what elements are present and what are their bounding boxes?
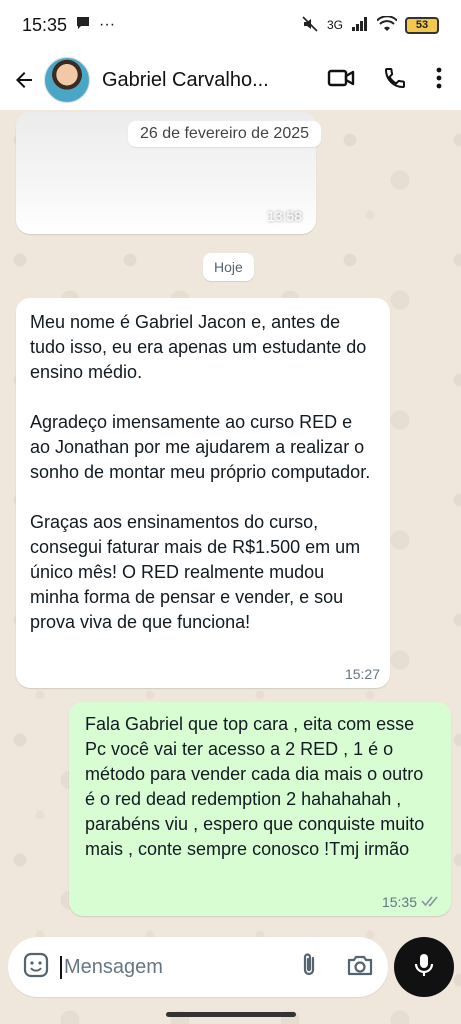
mute-icon (301, 15, 319, 36)
signal-icon (351, 16, 369, 35)
incoming-message-text: Meu nome é Gabriel Jacon e, antes de tud… (30, 312, 371, 632)
video-call-icon[interactable] (327, 66, 355, 95)
incoming-message-time: 15:27 (344, 666, 380, 682)
double-check-icon (421, 894, 441, 910)
message-composer (8, 937, 388, 997)
sticker-icon[interactable] (22, 951, 50, 984)
avatar[interactable] (44, 57, 90, 103)
paperclip-icon[interactable] (298, 951, 320, 984)
outgoing-message[interactable]: Fala Gabriel que top cara , eita com ess… (69, 702, 451, 916)
camera-icon[interactable] (346, 952, 374, 983)
more-vert-icon[interactable] (435, 66, 443, 95)
arrow-left-icon[interactable] (10, 66, 38, 94)
network-type: 3G (326, 18, 343, 32)
microphone-button[interactable] (394, 937, 454, 997)
image-message-time: 13:58 (266, 208, 302, 224)
outgoing-message-text: Fala Gabriel que top cara , eita com ess… (85, 714, 425, 859)
status-bar: 15:35 ··· 3G 53 (0, 0, 461, 50)
phone-icon[interactable] (383, 66, 407, 95)
more-notifications-icon: ··· (99, 16, 116, 33)
outgoing-message-time: 15:35 (381, 894, 417, 910)
floating-date-chip: 26 de fevereiro de 2025 (128, 121, 322, 147)
status-time: 15:35 (22, 14, 68, 35)
gesture-nav-bar[interactable] (166, 1012, 296, 1017)
message-input[interactable] (60, 955, 270, 979)
battery-indicator: 53 (405, 16, 439, 34)
chat-notification-icon (75, 15, 91, 36)
wifi-icon (376, 14, 398, 35)
day-separator: Hoje (203, 253, 254, 281)
microphone-icon (413, 951, 435, 984)
incoming-message[interactable]: Meu nome é Gabriel Jacon e, antes de tud… (16, 298, 390, 688)
chat-header: Gabriel Carvalho... (0, 50, 461, 110)
contact-name[interactable]: Gabriel Carvalho... (102, 69, 284, 92)
